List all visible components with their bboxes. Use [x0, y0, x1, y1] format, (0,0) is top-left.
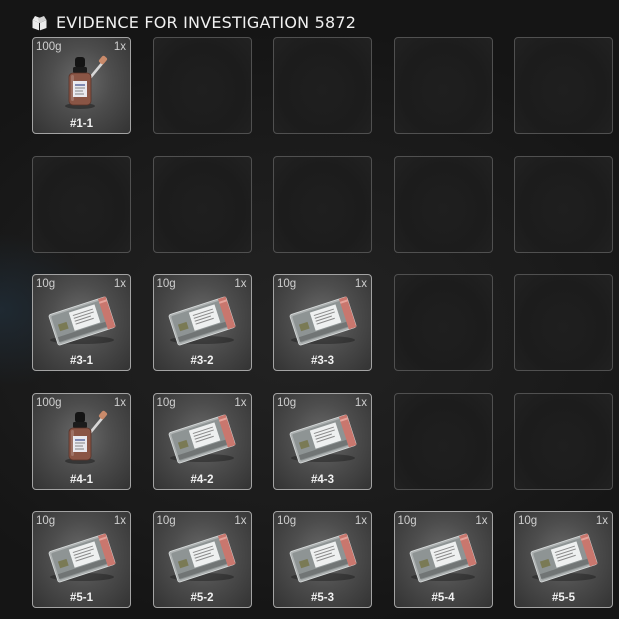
empty-slot-2-1[interactable]	[32, 155, 131, 253]
item-weight: 10g	[277, 278, 297, 290]
inventory-slot-5-4[interactable]: 10g 1x #5-4	[393, 511, 493, 608]
evidence-bag-icon	[289, 296, 356, 345]
item-quantity: 1x	[234, 396, 247, 409]
inventory-slot-3-3[interactable]: 10g 1x #3-3	[273, 274, 372, 371]
item-label: #4-3	[310, 473, 335, 486]
item-label: #4-1	[69, 473, 94, 486]
item-label: #3-1	[69, 355, 94, 367]
evidence-bag-icon	[168, 533, 236, 582]
item-weight: 100g	[36, 41, 62, 53]
evidence-bag-icon	[530, 533, 597, 582]
item-weight: 10g	[397, 515, 417, 527]
item-label: #3-2	[190, 355, 214, 367]
inventory-screen: EVIDENCE FOR INVESTIGATION 5872 100g 1x #1…	[0, 0, 619, 619]
empty-slot-2-3[interactable]	[273, 155, 372, 253]
item-label: #4-2	[190, 473, 214, 486]
item-weight: 100g	[36, 396, 62, 409]
empty-slot-2-4[interactable]	[393, 155, 493, 253]
inventory-slot-5-5[interactable]: 10g 1x #5-5	[514, 511, 613, 608]
item-quantity: 1x	[354, 278, 367, 290]
item-quantity: 1x	[113, 278, 126, 290]
item-weight: 10g	[277, 515, 297, 527]
empty-slot-4-4[interactable]	[393, 392, 493, 490]
item-label: #5-3	[310, 592, 335, 604]
item-weight: 10g	[277, 396, 297, 409]
item-weight: 10g	[156, 396, 176, 409]
empty-slot-3-4[interactable]	[393, 274, 493, 371]
inventory-header: EVIDENCE FOR INVESTIGATION 5872	[31, 10, 356, 34]
evidence-bag-icon	[289, 533, 356, 582]
inventory-slot-5-1[interactable]: 10g 1x #5-1	[32, 511, 131, 608]
item-quantity: 1x	[113, 396, 126, 409]
inventory-slot-5-2[interactable]: 10g 1x #5-2	[152, 511, 252, 608]
item-label: #5-1	[69, 592, 94, 604]
evidence-bag-icon	[409, 533, 477, 582]
empty-slot-2-5[interactable]	[514, 155, 613, 253]
item-label: #1-1	[69, 118, 94, 130]
item-quantity: 1x	[354, 515, 367, 527]
item-quantity: 1x	[595, 515, 608, 527]
evidence-bag-icon	[48, 296, 115, 345]
item-quantity: 1x	[113, 515, 126, 527]
item-label: #5-4	[431, 592, 455, 604]
inventory-slot-5-3[interactable]: 10g 1x #5-3	[273, 511, 372, 608]
item-weight: 10g	[36, 278, 56, 290]
inventory-slot-1-1[interactable]: 100g 1x #1-1	[32, 37, 131, 134]
item-label: #3-3	[310, 355, 335, 367]
empty-slot-1-5[interactable]	[514, 37, 613, 134]
empty-slot-2-2[interactable]	[152, 155, 252, 253]
inventory-slot-3-1[interactable]: 10g 1x #3-1	[32, 274, 131, 371]
item-weight: 10g	[156, 278, 176, 290]
inventory-slot-4-3[interactable]: 10g 1x #4-3	[273, 392, 372, 490]
dropper-bottle-icon	[64, 55, 107, 109]
item-weight: 10g	[36, 515, 56, 527]
evidence-box-icon	[32, 15, 47, 30]
item-quantity: 1x	[354, 396, 367, 409]
item-weight: 10g	[518, 515, 538, 527]
item-quantity: 1x	[234, 278, 247, 290]
empty-slot-1-3[interactable]	[273, 37, 372, 134]
empty-slot-1-4[interactable]	[393, 37, 493, 134]
item-quantity: 1x	[113, 41, 126, 53]
item-weight: 10g	[156, 515, 176, 527]
item-quantity: 1x	[475, 515, 488, 527]
item-quantity: 1x	[234, 515, 247, 527]
item-label: #5-5	[551, 592, 576, 604]
inventory-grid: 100g 1x #1-1 10g 1x #3-1 10g 1x #3-2 10g 1x #3-3 100…	[32, 37, 613, 608]
inventory-slot-4-2[interactable]: 10g 1x #4-2	[152, 392, 252, 490]
inventory-slot-3-2[interactable]: 10g 1x #3-2	[152, 274, 252, 371]
empty-slot-3-5[interactable]	[514, 274, 613, 371]
evidence-bag-icon	[289, 414, 356, 464]
evidence-bag-icon	[168, 296, 236, 345]
page-title: EVIDENCE FOR INVESTIGATION 5872	[56, 12, 357, 32]
item-label: #5-2	[190, 592, 214, 604]
dropper-bottle-icon	[64, 410, 107, 465]
inventory-slot-4-1[interactable]: 100g 1x #4-1	[32, 392, 131, 490]
empty-slot-1-2[interactable]	[152, 37, 252, 134]
evidence-bag-icon	[168, 414, 236, 464]
empty-slot-4-5[interactable]	[514, 392, 613, 490]
evidence-bag-icon	[48, 533, 115, 582]
